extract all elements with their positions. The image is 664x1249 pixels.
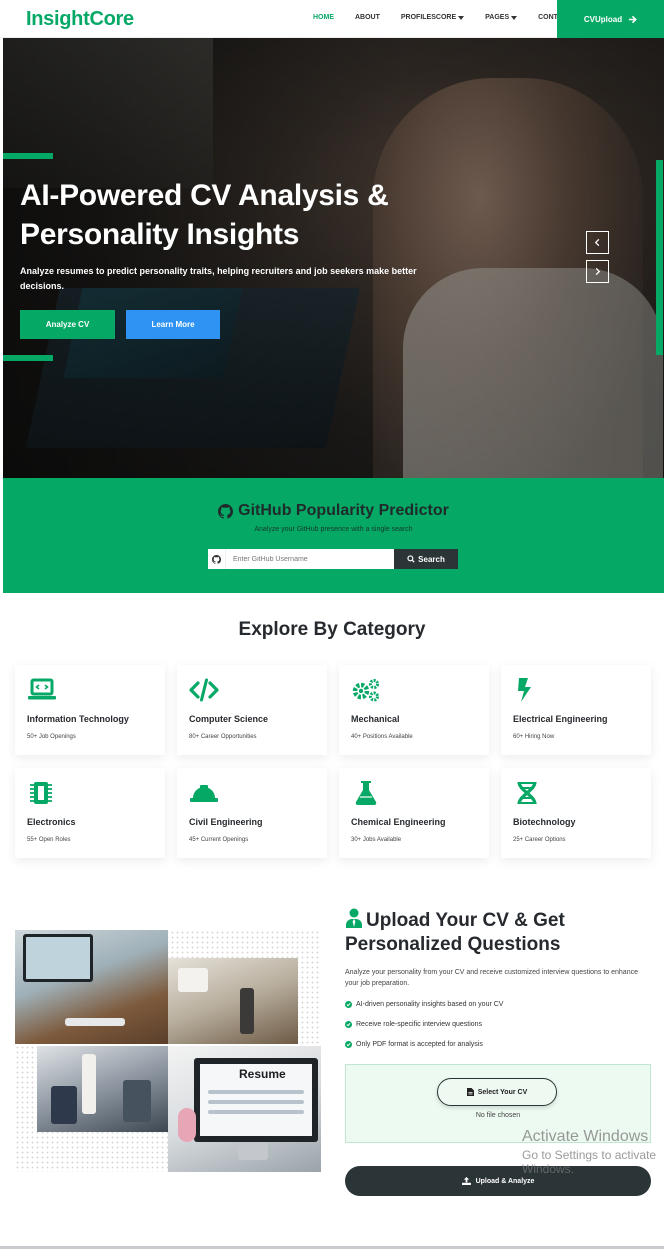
category-name: Mechanical <box>351 714 400 724</box>
hero-accent-top <box>3 153 53 159</box>
github-search-bar: Search <box>208 549 458 569</box>
category-name: Computer Science <box>189 714 269 724</box>
select-cv-button[interactable]: Select Your CV <box>437 1078 557 1106</box>
upload-description: Analyze your personality from your CV an… <box>345 969 638 987</box>
category-card-chemical[interactable]: Chemical Engineering 30+ Jobs Available <box>339 768 489 858</box>
upload-icon <box>461 1177 471 1185</box>
learn-more-button[interactable]: Learn More <box>126 310 220 339</box>
category-stat: 45+ Current Openings <box>189 837 249 843</box>
feature-item: Receive role-specific interview question… <box>345 1021 482 1028</box>
category-stat: 30+ Jobs Available <box>351 837 402 843</box>
meeting-room-photo <box>168 958 298 1044</box>
category-card-electronics[interactable]: Electronics 55+ Open Roles <box>15 768 165 858</box>
nav-item-label: PROFILESCORE <box>400 14 457 21</box>
category-stat: 80+ Career Opportunities <box>189 734 257 740</box>
dna-icon <box>517 781 537 805</box>
check-circle-icon <box>345 1001 352 1008</box>
hero-title: AI-Powered CV Analysis & Personality Ins… <box>20 179 389 251</box>
search-icon <box>407 555 415 563</box>
chevron-down-icon <box>511 15 518 20</box>
hero-overlay <box>3 38 664 478</box>
category-name: Information Technology <box>27 714 129 724</box>
arrow-right-icon <box>629 15 637 23</box>
upload-analyze-label: Upload & Analyze <box>475 1177 535 1185</box>
category-card-biotech[interactable]: Biotechnology 25+ Career Options <box>501 768 651 858</box>
check-circle-icon <box>345 1021 352 1028</box>
flask-icon <box>355 781 377 806</box>
category-card-cs[interactable]: Computer Science 80+ Career Opportunitie… <box>177 665 327 755</box>
carousel-next-button[interactable] <box>586 260 609 283</box>
select-cv-label: Select Your CV <box>477 1088 528 1096</box>
nav-item-label: PAGES <box>485 14 510 21</box>
chevron-right-icon <box>595 267 601 276</box>
category-card-mechanical[interactable]: Mechanical 40+ Positions Available <box>339 665 489 755</box>
file-status: No file chosen <box>475 1112 521 1119</box>
carousel-prev-button[interactable] <box>586 231 609 254</box>
brand-logo[interactable]: InsightCore <box>26 8 134 31</box>
navbar: InsightCore HOME ABOUT PROFILESCORE PAGE… <box>0 0 664 38</box>
category-name: Chemical Engineering <box>351 817 446 827</box>
search-button-label: Search <box>418 554 445 564</box>
categories-title: Explore By Category <box>238 619 426 640</box>
cv-upload-button[interactable]: CVUpload <box>557 0 664 38</box>
analyze-cv-button[interactable]: Analyze CV <box>20 310 115 339</box>
category-name: Civil Engineering <box>189 817 263 827</box>
office-desk-photo <box>15 930 168 1044</box>
github-subtitle: Analyze your GitHub presence with a sing… <box>254 526 413 533</box>
nav-item-about[interactable]: ABOUT <box>355 14 380 21</box>
category-name: Electrical Engineering <box>513 714 608 724</box>
chevron-left-icon <box>594 238 600 247</box>
github-icon <box>218 503 234 519</box>
hero-carousel: AI-Powered CV Analysis & Personality Ins… <box>3 38 664 478</box>
github-title: GitHub Popularity Predictor <box>3 502 664 520</box>
gears-icon <box>352 679 379 702</box>
resume-photo-text: Resume <box>239 1067 286 1081</box>
laptop-code-icon <box>28 678 56 700</box>
nav-item-profilescore[interactable]: PROFILESCORE <box>400 14 465 21</box>
feature-item: AI-driven personality insights based on … <box>345 1001 503 1008</box>
feature-text: AI-driven personality insights based on … <box>356 1001 504 1008</box>
category-stat: 25+ Career Options <box>513 837 566 843</box>
category-name: Biotechnology <box>513 817 576 827</box>
hero-side-accent <box>656 160 663 355</box>
page: InsightCore HOME ABOUT PROFILESCORE PAGE… <box>0 0 664 1249</box>
hero-lead: Analyze resumes to predict personality t… <box>20 266 417 291</box>
nav-item-pages[interactable]: PAGES <box>485 14 518 21</box>
category-card-electrical[interactable]: Electrical Engineering 60+ Hiring Now <box>501 665 651 755</box>
feature-item: Only PDF format is accepted for analysis <box>345 1041 483 1048</box>
cv-upload-label: CVUpload <box>583 14 623 24</box>
resume-monitor-photo <box>168 1046 321 1172</box>
nav-item-home[interactable]: HOME <box>313 14 334 21</box>
microchip-icon <box>30 782 52 804</box>
chevron-down-icon <box>458 15 465 20</box>
team-meeting-photo <box>37 1046 168 1132</box>
github-title-text: GitHub Popularity Predictor <box>238 502 449 519</box>
feature-text: Only PDF format is accepted for analysis <box>356 1041 483 1048</box>
upload-title-text: Upload Your CV & Get Personalized Questi… <box>345 910 565 955</box>
nav-item-label: HOME <box>313 14 334 21</box>
category-name: Electronics <box>27 817 76 827</box>
category-card-it[interactable]: Information Technology 50+ Job Openings <box>15 665 165 755</box>
category-stat: 60+ Hiring Now <box>513 734 555 740</box>
github-predictor-section: GitHub Popularity Predictor Analyze your… <box>3 478 664 593</box>
hero-accent-bottom <box>3 355 53 361</box>
feature-text: Receive role-specific interview question… <box>356 1021 483 1028</box>
github-search-button[interactable]: Search <box>394 549 458 569</box>
category-stat: 55+ Open Roles <box>27 837 71 843</box>
category-stat: 50+ Job Openings <box>27 734 76 740</box>
bolt-icon <box>518 678 531 702</box>
check-circle-icon <box>345 1041 352 1048</box>
github-input-icon <box>208 549 226 569</box>
category-card-civil[interactable]: Civil Engineering 45+ Current Openings <box>177 768 327 858</box>
code-icon <box>189 678 219 702</box>
upload-analyze-button[interactable]: Upload & Analyze <box>345 1166 651 1196</box>
user-tie-icon <box>346 908 362 928</box>
nav-item-label: ABOUT <box>355 14 380 21</box>
github-username-input[interactable] <box>226 549 394 569</box>
file-icon <box>466 1088 474 1096</box>
category-stat: 40+ Positions Available <box>351 734 413 740</box>
upload-title: Upload Your CV & Get Personalized Questi… <box>345 908 645 957</box>
main-menu: HOME ABOUT PROFILESCORE PAGES CONTACT <box>313 14 593 21</box>
hard-hat-icon <box>190 785 218 802</box>
